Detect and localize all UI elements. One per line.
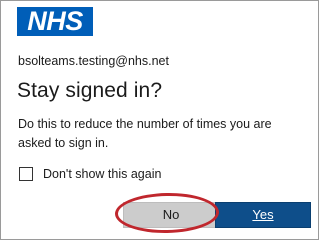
yes-button[interactable]: Yes: [215, 202, 311, 228]
dont-show-again-checkbox[interactable]: [19, 167, 33, 181]
dialog-title: Stay signed in?: [17, 79, 163, 102]
stay-signed-in-dialog: NHS bsolteams.testing@nhs.net Stay signe…: [0, 0, 319, 240]
dont-show-again-checkbox-row[interactable]: Don't show this again: [19, 165, 161, 183]
dialog-description: Do this to reduce the number of times yo…: [18, 117, 272, 150]
dont-show-again-label[interactable]: Don't show this again: [43, 167, 161, 181]
account-email: bsolteams.testing@nhs.net: [18, 54, 169, 68]
no-button[interactable]: No: [123, 202, 219, 228]
nhs-logo: NHS: [17, 7, 93, 36]
